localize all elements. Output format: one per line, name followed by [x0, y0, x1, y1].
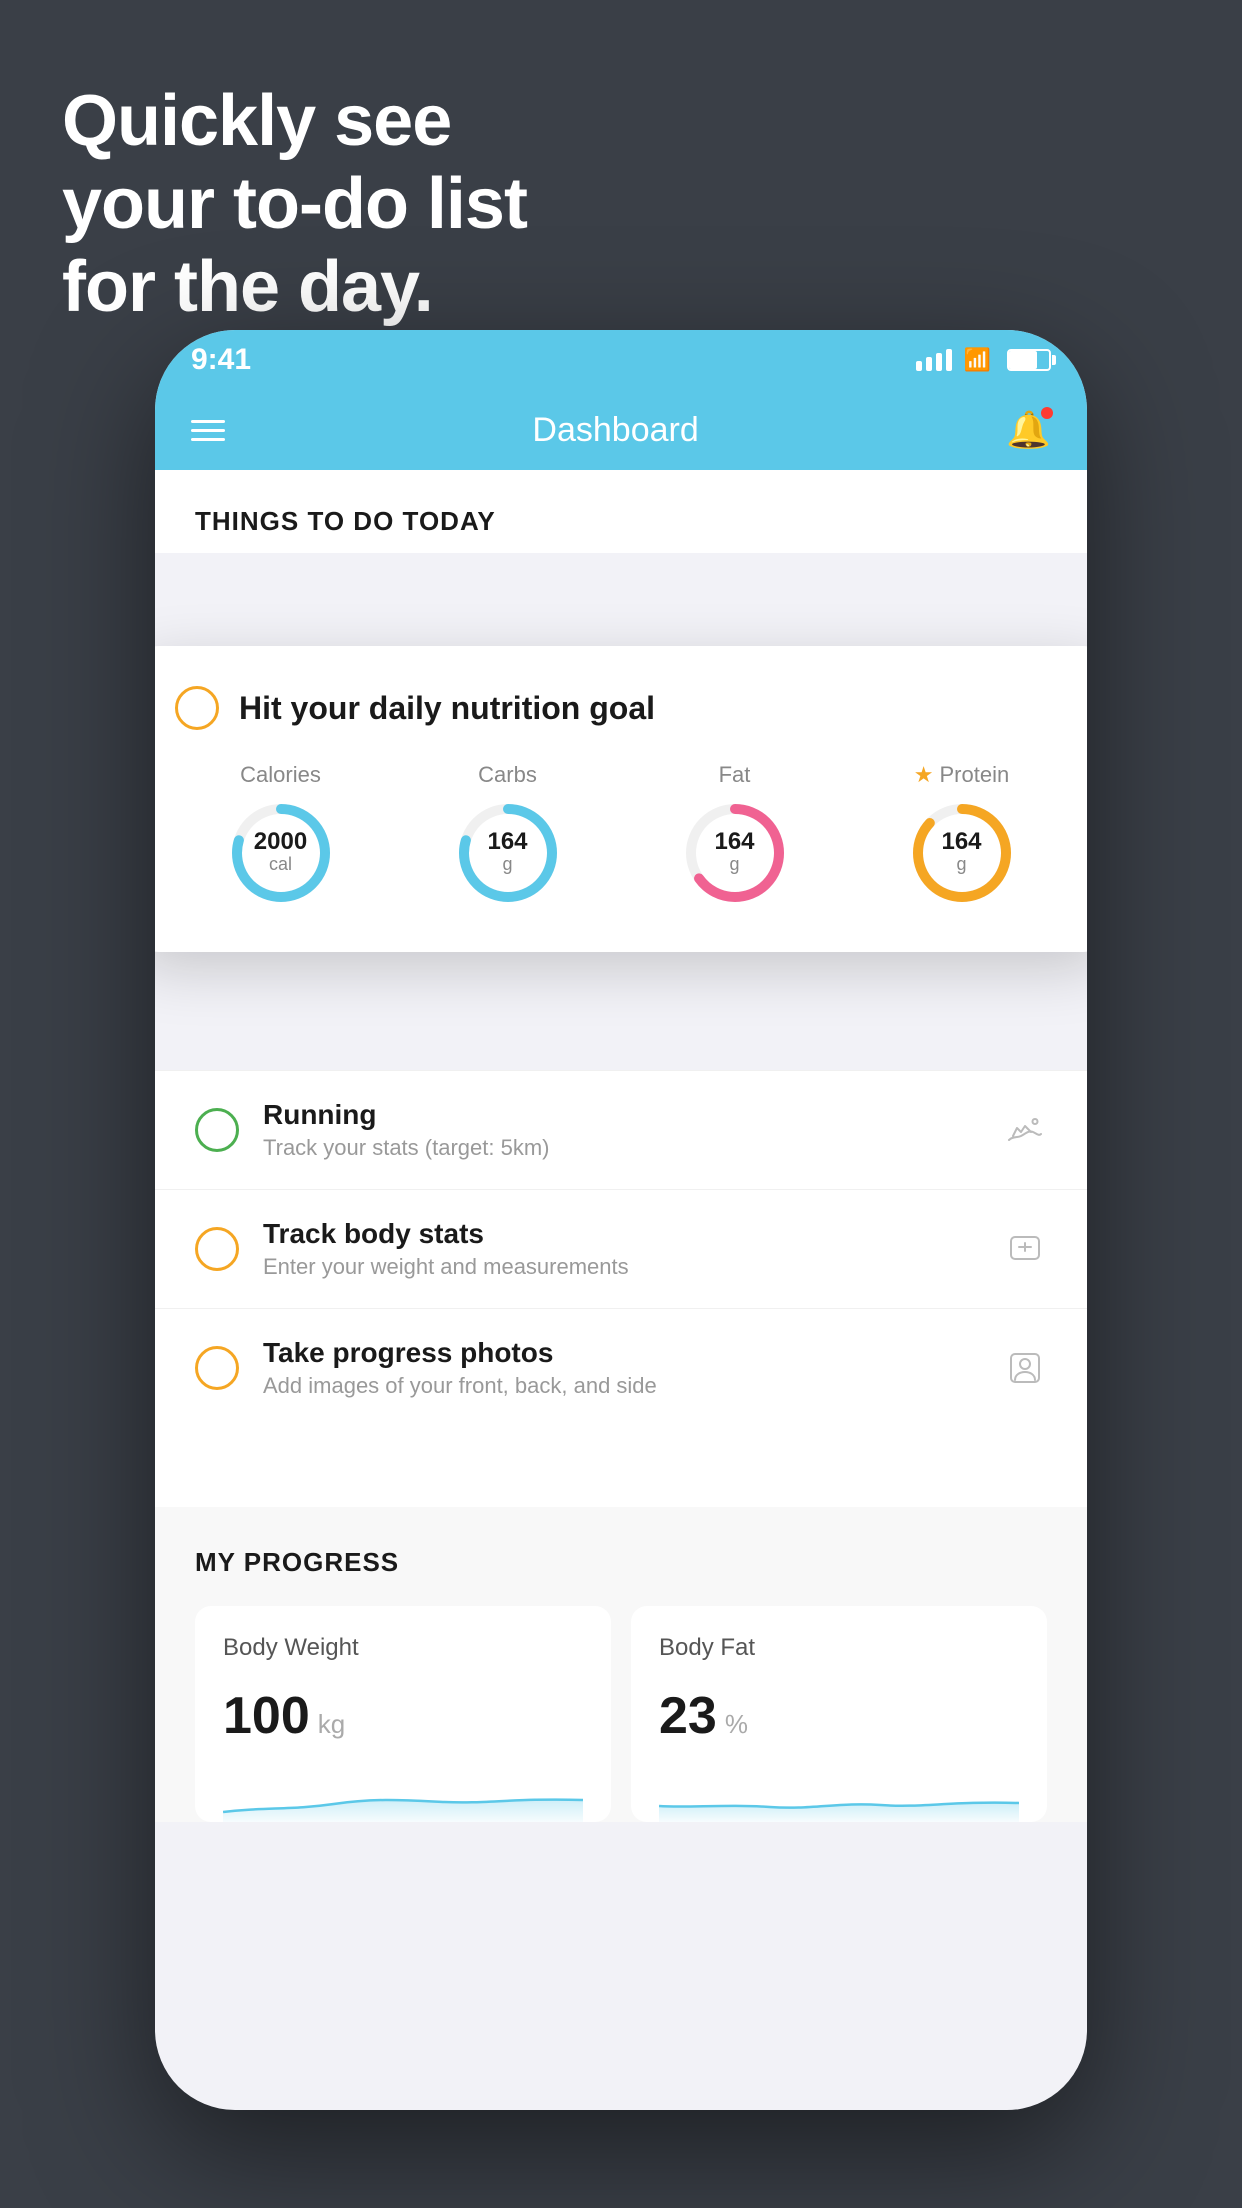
fat-value: 164 — [714, 830, 754, 854]
nutrition-card-header: Hit your daily nutrition goal — [175, 686, 1067, 730]
protein-donut: 164 g — [907, 798, 1017, 908]
body-weight-card[interactable]: Body Weight 100 kg — [195, 1606, 611, 1822]
body-fat-title: Body Fat — [659, 1634, 1019, 1662]
protein-star-icon: ★ — [914, 762, 934, 788]
nutrition-card-title: Hit your daily nutrition goal — [239, 690, 655, 727]
body-weight-chart — [223, 1762, 583, 1822]
menu-button[interactable] — [191, 420, 225, 441]
body-weight-value-row: 100 kg — [223, 1686, 583, 1746]
spacer — [155, 1427, 1087, 1467]
person-icon — [1003, 1346, 1047, 1390]
progress-section-title: MY PROGRESS — [195, 1547, 1047, 1578]
nutrition-calories: Calories 2000 cal — [175, 762, 386, 908]
body-weight-unit: kg — [318, 1709, 345, 1740]
fat-donut: 164 g — [680, 798, 790, 908]
hero-line2: your to-do list — [62, 163, 527, 246]
hero-text: Quickly see your to-do list for the day. — [62, 80, 527, 328]
hero-line1: Quickly see — [62, 80, 527, 163]
nutrition-row: Calories 2000 cal Carbs — [175, 762, 1067, 908]
body-fat-card[interactable]: Body Fat 23 % — [631, 1606, 1047, 1822]
things-today-header: THINGS TO DO TODAY — [155, 470, 1087, 553]
photos-text: Take progress photos Add images of your … — [263, 1337, 979, 1399]
todo-progress-photos[interactable]: Take progress photos Add images of your … — [155, 1308, 1087, 1427]
carbs-label: Carbs — [478, 762, 537, 788]
phone-content: THINGS TO DO TODAY Hit your daily nutrit… — [155, 470, 1087, 2110]
body-fat-chart — [659, 1762, 1019, 1822]
phone-frame: 9:41 📶 Dashboard 🔔 THINGS TO DO TODAY — [155, 330, 1087, 2110]
body-stats-status-circle — [195, 1227, 239, 1271]
body-stats-text: Track body stats Enter your weight and m… — [263, 1218, 979, 1280]
running-subtitle: Track your stats (target: 5km) — [263, 1135, 979, 1161]
carbs-unit: g — [487, 854, 527, 876]
progress-cards: Body Weight 100 kg — [195, 1606, 1047, 1822]
protein-label: ★ Protein — [914, 762, 1009, 788]
notification-dot — [1041, 407, 1053, 419]
notification-bell-button[interactable]: 🔔 — [1006, 409, 1051, 451]
running-status-circle — [195, 1108, 239, 1152]
nutrition-fat: Fat 164 g — [629, 762, 840, 908]
wifi-icon: 📶 — [964, 347, 991, 373]
body-fat-number: 23 — [659, 1686, 717, 1746]
todo-body-stats[interactable]: Track body stats Enter your weight and m… — [155, 1189, 1087, 1308]
fat-unit: g — [714, 854, 754, 876]
body-weight-title: Body Weight — [223, 1634, 583, 1662]
calories-donut: 2000 cal — [226, 798, 336, 908]
todo-list: Running Track your stats (target: 5km) T… — [155, 1070, 1087, 1822]
nutrition-protein: ★ Protein 164 g — [856, 762, 1067, 908]
running-text: Running Track your stats (target: 5km) — [263, 1099, 979, 1161]
carbs-donut: 164 g — [453, 798, 563, 908]
calories-label: Calories — [240, 762, 321, 788]
nav-bar: Dashboard 🔔 — [155, 390, 1087, 470]
body-weight-number: 100 — [223, 1686, 310, 1746]
calories-unit: cal — [254, 854, 307, 876]
signal-icon — [916, 349, 952, 371]
body-stats-title: Track body stats — [263, 1218, 979, 1250]
body-fat-value-row: 23 % — [659, 1686, 1019, 1746]
protein-unit: g — [941, 854, 981, 876]
nutrition-status-circle — [175, 686, 219, 730]
carbs-value: 164 — [487, 830, 527, 854]
nutrition-carbs: Carbs 164 g — [402, 762, 613, 908]
photos-status-circle — [195, 1346, 239, 1390]
status-bar: 9:41 📶 — [155, 330, 1087, 390]
todo-running[interactable]: Running Track your stats (target: 5km) — [155, 1070, 1087, 1189]
status-time: 9:41 — [191, 343, 251, 377]
nutrition-card: Hit your daily nutrition goal Calories 2… — [155, 646, 1087, 952]
photos-subtitle: Add images of your front, back, and side — [263, 1373, 979, 1399]
nav-title: Dashboard — [532, 411, 698, 450]
progress-section: MY PROGRESS Body Weight 100 kg — [155, 1507, 1087, 1822]
status-icons: 📶 — [916, 347, 1051, 373]
calories-value: 2000 — [254, 830, 307, 854]
fat-label: Fat — [719, 762, 751, 788]
running-icon — [1003, 1108, 1047, 1152]
scale-icon — [1003, 1227, 1047, 1271]
body-fat-unit: % — [725, 1709, 748, 1740]
photos-title: Take progress photos — [263, 1337, 979, 1369]
protein-value: 164 — [941, 830, 981, 854]
running-title: Running — [263, 1099, 979, 1131]
battery-icon — [1007, 349, 1051, 371]
body-stats-subtitle: Enter your weight and measurements — [263, 1254, 979, 1280]
hero-line3: for the day. — [62, 246, 527, 329]
